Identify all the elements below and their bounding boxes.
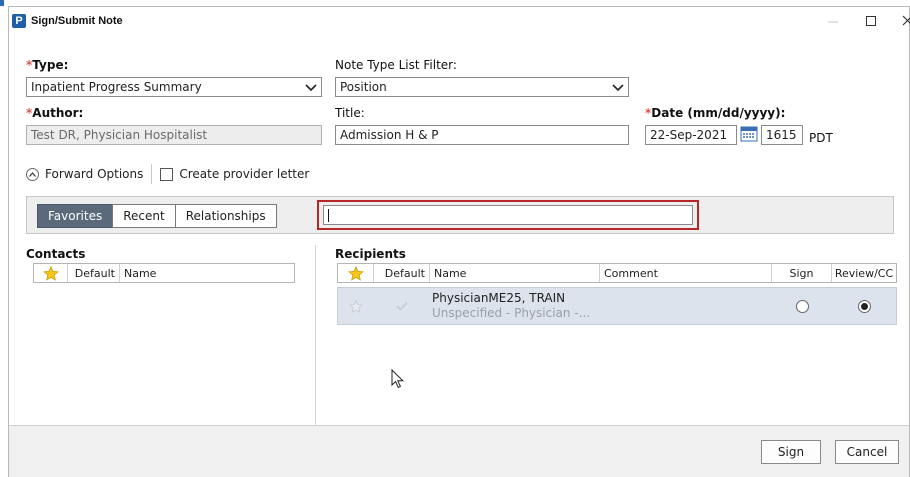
panel-splitter[interactable]	[315, 245, 316, 425]
type-select-value: Inpatient Progress Summary	[31, 80, 202, 94]
recipient-review-cc-cell	[832, 288, 896, 324]
date-field[interactable]: 22-Sep-2021	[645, 125, 737, 145]
chevron-up-icon	[29, 171, 36, 177]
dialog-footer: Sign Cancel	[9, 425, 909, 477]
table-row[interactable]: PhysicianME25, TRAIN Unspecified - Physi…	[337, 287, 897, 325]
recipients-favorite-column[interactable]	[338, 264, 374, 282]
date-label-text: Date (mm/dd/yyyy):	[651, 106, 786, 120]
recipient-name-cell: PhysicianME25, TRAIN Unspecified - Physi…	[430, 288, 600, 324]
recipient-default-cell[interactable]	[374, 288, 430, 324]
recipients-title: Recipients	[335, 247, 406, 261]
note-type-filter-value: Position	[340, 80, 387, 94]
tab-recent[interactable]: Recent	[112, 204, 176, 228]
recipients-sign-column[interactable]: Sign	[772, 264, 832, 282]
star-icon	[347, 265, 364, 281]
sign-radio[interactable]	[795, 299, 809, 313]
recipients-default-column[interactable]: Default	[374, 264, 430, 282]
recipient-name: PhysicianME25, TRAIN	[432, 291, 566, 305]
recipients-grid-header: Default Name Comment Sign Review/CC	[337, 263, 897, 283]
chevron-down-icon	[612, 84, 624, 92]
note-type-filter-select[interactable]: Position	[335, 77, 629, 97]
sign-submit-note-dialog: P Sign/Submit Note *Type: Inpatient Prog…	[8, 6, 910, 477]
create-provider-letter-label[interactable]: Create provider letter	[179, 167, 309, 181]
app-icon: P	[12, 14, 26, 28]
note-type-filter-label: Note Type List Filter:	[335, 58, 457, 72]
maximize-icon	[866, 15, 876, 26]
star-outline-icon	[349, 299, 363, 313]
author-label: *Author:	[26, 106, 83, 120]
type-label: *Type:	[26, 58, 68, 72]
recipient-comment-cell[interactable]	[600, 288, 772, 324]
sign-button[interactable]: Sign	[761, 440, 821, 464]
recipient-role: Unspecified - Physician -...	[432, 306, 591, 320]
maximize-button[interactable]	[857, 11, 885, 33]
divider	[151, 164, 153, 184]
radio-selected-dot	[860, 302, 868, 310]
forward-options-toggle[interactable]	[26, 167, 39, 181]
date-label: *Date (mm/dd/yyyy):	[645, 106, 785, 120]
checkmark-icon	[396, 301, 408, 311]
contacts-default-column[interactable]: Default	[68, 264, 120, 282]
author-label-text: Author:	[32, 106, 84, 120]
mouse-cursor-icon	[391, 368, 405, 392]
minimize-icon	[828, 21, 838, 23]
forward-options-label[interactable]: Forward Options	[45, 167, 143, 181]
title-field[interactable]: Admission H & P	[335, 125, 629, 145]
contacts-favorite-column[interactable]	[34, 264, 68, 282]
title-label: Title:	[335, 106, 365, 120]
text-caret	[328, 209, 329, 222]
chevron-down-icon	[305, 84, 317, 92]
create-provider-letter-checkbox[interactable]	[160, 167, 174, 181]
recipients-name-column[interactable]: Name	[430, 264, 600, 282]
recipients-review-cc-column[interactable]: Review/CC	[832, 264, 896, 282]
calendar-icon	[740, 126, 758, 142]
recipient-search-input[interactable]	[323, 205, 693, 225]
recipient-favorite-cell[interactable]	[338, 288, 374, 324]
calendar-button[interactable]	[740, 126, 758, 145]
forward-options-row: Forward Options Create provider letter	[26, 164, 309, 184]
close-button[interactable]	[893, 11, 910, 33]
timezone-label: PDT	[809, 131, 833, 145]
review-cc-radio[interactable]	[857, 299, 871, 313]
window-title: Sign/Submit Note	[31, 15, 123, 27]
type-select[interactable]: Inpatient Progress Summary	[26, 77, 322, 97]
author-field: Test DR, Physician Hospitalist	[26, 125, 322, 145]
recipient-sign-cell	[772, 288, 832, 324]
tab-relationships[interactable]: Relationships	[174, 204, 277, 228]
cancel-button[interactable]: Cancel	[835, 440, 899, 464]
type-label-text: Type:	[32, 58, 69, 72]
contacts-title: Contacts	[26, 247, 86, 261]
title-bar: P Sign/Submit Note	[9, 7, 910, 37]
close-icon	[902, 15, 910, 26]
recipient-tabs: Favorites Recent Relationships	[37, 204, 277, 228]
recipients-comment-column[interactable]: Comment	[600, 264, 772, 282]
contacts-name-column[interactable]: Name	[120, 264, 294, 282]
star-icon	[42, 265, 59, 281]
contacts-grid-header: Default Name	[33, 263, 295, 283]
minimize-button[interactable]	[819, 11, 847, 33]
tab-favorites[interactable]: Favorites	[37, 204, 114, 228]
time-field[interactable]: 1615	[761, 125, 803, 145]
recipient-search-band: Favorites Recent Relationships	[26, 196, 894, 234]
